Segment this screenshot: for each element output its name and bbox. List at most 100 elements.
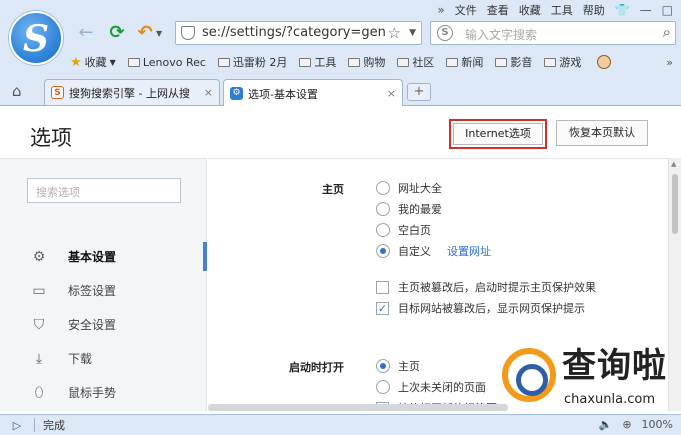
menu-favorites[interactable]: 收藏 <box>519 2 541 18</box>
sogou-favicon-icon: S <box>51 86 64 99</box>
sidebar-item-mouse-gestures[interactable]: ⬯ 鼠标手势 <box>0 376 207 409</box>
folder-icon <box>397 57 410 67</box>
new-tab-button[interactable]: + <box>407 83 431 101</box>
radio-button-selected[interactable] <box>376 244 390 258</box>
homepage-option-blank[interactable]: 空白页 <box>376 222 431 238</box>
search-engine-icon[interactable]: S <box>437 25 453 41</box>
startup-option-last-session[interactable]: 上次未关闭的页面 <box>376 379 486 395</box>
skin-shirt-icon[interactable]: 👕 <box>615 3 630 17</box>
sidebar-item-label: 安全设置 <box>68 318 117 332</box>
menu-bar: » 文件 查看 收藏 工具 帮助 👕 — □ <box>437 2 673 18</box>
mouse-icon: ⬯ <box>34 384 44 401</box>
user-avatar-icon[interactable] <box>597 55 612 69</box>
home-icon[interactable]: ⌂ <box>12 82 22 100</box>
radio-button-selected[interactable] <box>376 359 390 373</box>
status-text: 完成 <box>43 419 65 432</box>
address-bar[interactable]: se://settings/?category=gen ☆ ▼ <box>175 21 422 45</box>
menu-help[interactable]: 帮助 <box>583 2 605 18</box>
page-title: 选项 <box>30 126 72 150</box>
favbar-more-icon[interactable]: » <box>666 56 673 69</box>
settings-favicon-icon: ⚙ <box>230 87 243 100</box>
radio-button[interactable] <box>376 202 390 216</box>
minimize-icon[interactable]: — <box>640 3 652 17</box>
status-bar: ▷ 完成 🔈 ⊕ 100% <box>0 414 681 435</box>
bookmark-star-icon[interactable]: ☆ <box>388 24 401 42</box>
settings-search-input[interactable]: 搜索选项 <box>27 178 181 203</box>
scroll-up-icon[interactable]: ▲ <box>671 160 676 168</box>
fav-folder-tools[interactable]: 工具 <box>299 54 336 70</box>
maximize-icon[interactable]: □ <box>662 3 673 17</box>
browser-chrome: S » 文件 查看 收藏 工具 帮助 👕 — □ ← ⟳ ↶ ▼ se://se… <box>0 0 681 107</box>
back-arrow-icon[interactable]: ← <box>75 22 97 44</box>
folder-icon <box>299 57 312 67</box>
radio-button[interactable] <box>376 380 390 394</box>
favorites-star-icon: ★ <box>70 54 82 70</box>
sidebar-item-label: 基本设置 <box>68 250 117 264</box>
menu-file[interactable]: 文件 <box>455 2 477 18</box>
fav-folder-games[interactable]: 游戏 <box>544 54 581 70</box>
undo-icon[interactable]: ↶ <box>134 22 156 44</box>
search-icon[interactable]: ⌕ <box>663 23 671 41</box>
menu-view[interactable]: 查看 <box>487 2 509 18</box>
homepage-section-label: 主页 <box>322 183 344 196</box>
fav-folder-video[interactable]: 影音 <box>495 54 532 70</box>
zoom-icon[interactable]: ⊕ <box>622 418 631 431</box>
sidebar-item-security[interactable]: ⛉ 安全设置 <box>0 308 207 341</box>
tab-bar: ⌂ S 搜狗搜索引擎 - 上网从搜 × ⚙ 选项-基本设置 × + <box>0 77 681 107</box>
restore-defaults-button[interactable]: 恢复本页默认 <box>556 120 648 146</box>
tab-settings[interactable]: ⚙ 选项-基本设置 × <box>223 79 403 107</box>
checkbox-checked[interactable]: ✓ <box>376 301 389 315</box>
chevron-down-icon: ▼ <box>109 57 116 67</box>
favorites-menu[interactable]: ★ 收藏 ▼ <box>70 54 116 70</box>
close-icon[interactable]: × <box>204 86 213 99</box>
checkbox[interactable] <box>376 280 389 294</box>
search-box[interactable]: S 输入文字搜索 ⌕ <box>430 21 676 45</box>
horizontal-scrollbar[interactable] <box>208 404 508 411</box>
watermark-url: chaxunla.com <box>564 392 655 407</box>
sogou-browser-logo[interactable]: S <box>9 11 63 65</box>
homepage-protect-checkbox[interactable]: 主页被篡改后，启动时提示主页保护效果 <box>376 279 596 295</box>
refresh-icon[interactable]: ⟳ <box>106 22 128 44</box>
homepage-option-custom[interactable]: 自定义 设置网址 <box>376 243 491 259</box>
gear-icon: ⚙ <box>32 248 46 265</box>
sidebar-item-tabs[interactable]: ▭ 标签设置 <box>0 274 207 307</box>
tab-icon: ▭ <box>32 282 46 299</box>
fav-folder-xunlei[interactable]: 迅雷粉 2月 <box>217 54 287 70</box>
homepage-option-favorites[interactable]: 我的最爱 <box>376 201 442 217</box>
radio-button[interactable] <box>376 181 390 195</box>
radio-button[interactable] <box>376 223 390 237</box>
folder-icon <box>127 57 140 67</box>
speaker-icon[interactable]: 🔈 <box>599 418 613 431</box>
sidebar-item-label: 下载 <box>68 352 93 366</box>
scrollbar-thumb[interactable] <box>672 174 678 234</box>
folder-icon <box>217 57 230 67</box>
fav-folder-community[interactable]: 社区 <box>397 54 434 70</box>
menu-tools[interactable]: 工具 <box>551 2 573 18</box>
sidebar-toggle-icon[interactable]: ▷ <box>8 419 26 432</box>
status-tray: 🔈 ⊕ 100% <box>599 418 673 431</box>
address-dropdown-icon[interactable]: ▼ <box>409 28 416 38</box>
sidebar-item-label: 鼠标手势 <box>68 386 117 400</box>
startup-option-homepage[interactable]: 主页 <box>376 358 420 374</box>
target-site-protect-checkbox[interactable]: ✓ 目标网站被篡改后，显示网页保护提示 <box>376 300 585 316</box>
startup-section-label: 启动时打开 <box>289 361 344 374</box>
fav-folder-lenovo[interactable]: Lenovo Rec <box>127 56 206 69</box>
homepage-option-navsite[interactable]: 网址大全 <box>376 180 442 196</box>
internet-options-button[interactable]: Internet选项 <box>453 123 543 145</box>
sidebar-item-download[interactable]: ⤓ 下载 <box>0 342 207 375</box>
settings-sidebar: 搜索选项 ⚙ 基本设置 ▭ 标签设置 ⛉ 安全设置 ⤓ 下载 ⬯ 鼠标手势 <box>0 158 207 411</box>
address-url[interactable]: se://settings/?category=gen <box>202 25 392 40</box>
zoom-level[interactable]: 100% <box>642 418 673 431</box>
fav-folder-shopping[interactable]: 购物 <box>348 54 385 70</box>
download-icon: ⤓ <box>35 350 43 367</box>
menu-more-icon[interactable]: » <box>437 3 444 17</box>
set-url-link[interactable]: 设置网址 <box>447 243 491 259</box>
tab-sogou-search[interactable]: S 搜狗搜索引擎 - 上网从搜 × <box>44 79 220 105</box>
close-icon[interactable]: × <box>387 87 396 100</box>
search-placeholder[interactable]: 输入文字搜索 <box>465 26 537 43</box>
shield-icon: ⛉ <box>33 316 45 333</box>
watermark-logo-icon <box>502 348 556 402</box>
sidebar-item-basic[interactable]: ⚙ 基本设置 <box>0 240 207 273</box>
fav-folder-news[interactable]: 新闻 <box>446 54 483 70</box>
undo-dropdown-icon[interactable]: ▼ <box>156 29 162 38</box>
